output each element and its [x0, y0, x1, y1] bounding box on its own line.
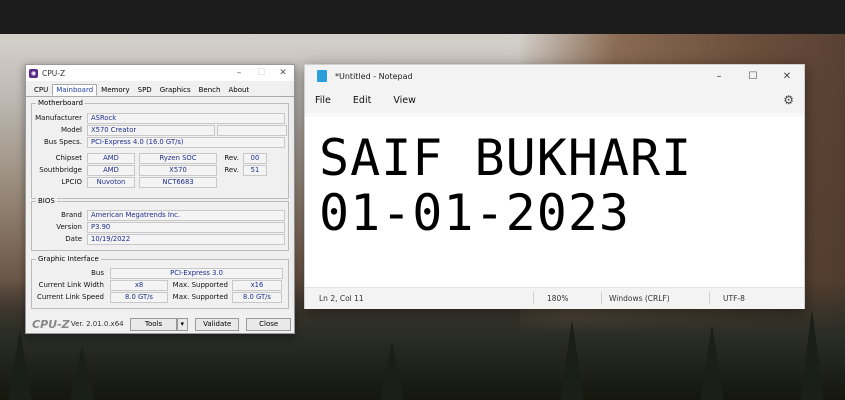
bios-date-label: Date	[65, 235, 82, 243]
tab-graphics[interactable]: Graphics	[156, 84, 195, 96]
bus-specs-label: Bus Specs.	[43, 138, 82, 146]
close-icon[interactable]: ✕	[770, 71, 804, 82]
cpuz-title: CPU-Z	[42, 68, 66, 78]
bios-brand-value: American Megatrends Inc.	[87, 209, 285, 221]
lpcio-vendor-value: Nuvoton	[87, 176, 135, 188]
model-label: Model	[60, 126, 82, 134]
text-line-1: SAIF BUKHARI	[319, 129, 693, 187]
max-speed-value: 8.0 GT/s	[232, 291, 282, 303]
notepad-status-bar: Ln 2, Col 11 180% Windows (CRLF) UTF-8	[305, 287, 804, 309]
model-extra-value	[217, 124, 287, 136]
menu-view[interactable]: View	[393, 95, 416, 106]
max-width-label: Max. Supported	[172, 281, 228, 289]
menu-file[interactable]: File	[315, 95, 331, 106]
link-speed-value: 8.0 GT/s	[110, 291, 168, 303]
motherboard-group: Motherboard Manufacturer ASRock Model X5…	[31, 99, 289, 199]
tab-mainboard[interactable]: Mainboard	[52, 84, 98, 96]
manufacturer-label: Manufacturer	[35, 114, 82, 122]
chipset-vendor-value: AMD	[87, 152, 135, 164]
graphic-interface-group: Graphic Interface Bus PCI-Express 3.0 Cu…	[31, 255, 289, 309]
status-divider	[601, 292, 602, 304]
status-divider	[709, 292, 710, 304]
cpuz-brand-logo: CPU-Z	[32, 317, 70, 331]
close-button[interactable]: Close	[246, 317, 291, 331]
wallpaper-tree	[380, 340, 404, 400]
motherboard-group-label: Motherboard	[36, 99, 85, 107]
top-bar	[0, 0, 845, 34]
cpuz-footer: CPU-Z Ver. 2.01.0.x64 Tools ▾ Validate C…	[26, 315, 294, 333]
bus-specs-value: PCI-Express 4.0 (16.0 GT/s)	[87, 136, 285, 148]
southbridge-vendor-value: AMD	[87, 164, 135, 176]
notepad-menu-bar: File Edit View ⚙	[305, 87, 804, 113]
notepad-text-area[interactable]: SAIF BUKHARI 01-01-2023	[305, 117, 804, 287]
chipset-label: Chipset	[55, 154, 82, 162]
notepad-title-bar[interactable]: *Untitled - Notepad – ☐ ✕	[305, 65, 804, 87]
text-line-2: 01-01-2023	[319, 184, 631, 242]
menu-edit[interactable]: Edit	[353, 95, 371, 106]
status-divider	[533, 292, 534, 304]
max-speed-label: Max. Supported	[172, 293, 228, 301]
maximize-icon[interactable]: ☐	[736, 71, 770, 82]
cpuz-version: Ver. 2.01.0.x64	[70, 320, 124, 328]
graphic-bus-label: Bus	[91, 269, 104, 277]
wallpaper-tree	[560, 320, 584, 400]
model-value: X570 Creator	[87, 124, 215, 136]
bios-version-value: P3.90	[87, 221, 285, 233]
chipset-name-value: Ryzen SOC	[139, 152, 217, 164]
bios-version-label: Version	[56, 223, 82, 231]
southbridge-rev-label: Rev.	[224, 166, 239, 174]
link-speed-label: Current Link Speed	[36, 293, 104, 301]
cpuz-tab-bar: CPU Mainboard Memory SPD Graphics Bench …	[26, 81, 294, 97]
tools-dropdown-icon[interactable]: ▾	[176, 317, 188, 331]
tab-memory[interactable]: Memory	[97, 84, 133, 96]
zoom-level: 180%	[547, 294, 569, 303]
lpcio-label: LPCIO	[61, 178, 82, 186]
wallpaper-tree	[800, 310, 824, 400]
tab-cpu[interactable]: CPU	[30, 84, 52, 96]
gear-icon[interactable]: ⚙	[783, 93, 794, 107]
line-ending: Windows (CRLF)	[609, 294, 670, 303]
cpuz-window: ◉ CPU-Z – ☐ ✕ CPU Mainboard Memory SPD G…	[25, 64, 295, 334]
chipset-rev-value: 00	[243, 152, 267, 164]
link-width-value: x8	[110, 279, 168, 291]
minimize-icon[interactable]: –	[228, 68, 250, 78]
bios-brand-label: Brand	[61, 211, 82, 219]
cpuz-title-bar[interactable]: ◉ CPU-Z – ☐ ✕	[26, 65, 294, 81]
graphic-bus-value: PCI-Express 3.0	[110, 267, 283, 279]
close-icon[interactable]: ✕	[272, 68, 294, 78]
wallpaper-tree	[700, 325, 724, 400]
notepad-title: *Untitled - Notepad	[335, 71, 413, 81]
wallpaper-tree	[8, 330, 32, 400]
graphic-interface-group-label: Graphic Interface	[36, 255, 101, 263]
notepad-window: *Untitled - Notepad – ☐ ✕ File Edit View…	[304, 64, 805, 309]
southbridge-name-value: X570	[139, 164, 217, 176]
tab-about[interactable]: About	[224, 84, 253, 96]
minimize-icon[interactable]: –	[702, 71, 736, 82]
tab-bench[interactable]: Bench	[195, 84, 225, 96]
lpcio-name-value: NCT6683	[139, 176, 217, 188]
max-width-value: x16	[232, 279, 282, 291]
bios-group: BIOS Brand American Megatrends Inc. Vers…	[31, 197, 289, 251]
manufacturer-value: ASRock	[87, 112, 285, 124]
link-width-label: Current Link Width	[38, 281, 104, 289]
maximize-icon: ☐	[256, 68, 266, 78]
wallpaper-tree	[70, 345, 94, 400]
southbridge-rev-value: 51	[243, 164, 267, 176]
cpuz-app-icon: ◉	[29, 68, 38, 78]
cursor-position: Ln 2, Col 11	[319, 294, 364, 303]
tab-spd[interactable]: SPD	[134, 84, 156, 96]
bios-group-label: BIOS	[36, 197, 57, 205]
southbridge-label: Southbridge	[39, 166, 82, 174]
validate-button[interactable]: Validate	[194, 317, 240, 331]
chipset-rev-label: Rev.	[224, 154, 239, 162]
encoding: UTF-8	[723, 294, 745, 303]
tools-button[interactable]: Tools	[130, 317, 177, 331]
bios-date-value: 10/19/2022	[87, 233, 285, 245]
notepad-app-icon	[317, 70, 327, 82]
